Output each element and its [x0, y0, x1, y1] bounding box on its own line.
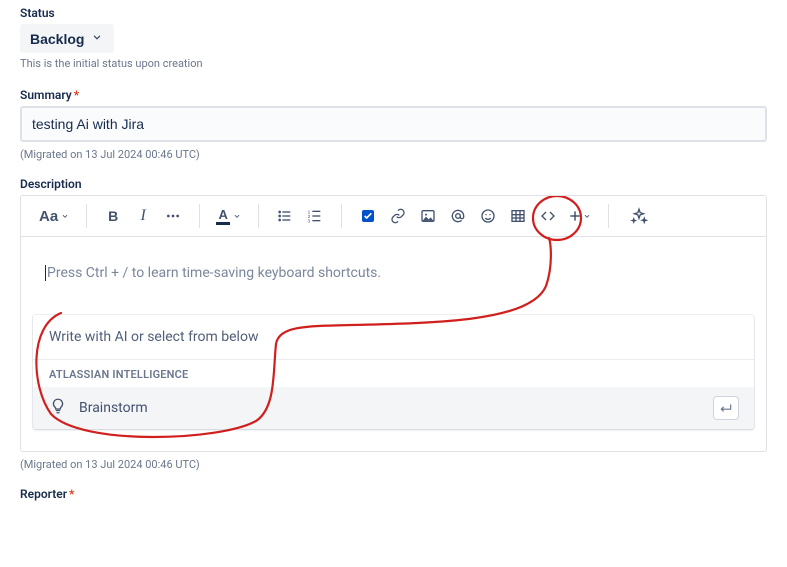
summary-migrated-note: (Migrated on 13 Jul 2024 00:46 UTC)	[20, 148, 767, 161]
more-format-button[interactable]	[159, 202, 187, 230]
image-button[interactable]	[414, 202, 442, 230]
reporter-label: Reporter*	[20, 487, 767, 501]
toolbar-divider	[341, 204, 342, 228]
mention-button[interactable]	[444, 202, 472, 230]
status-value: Backlog	[30, 31, 84, 47]
status-helper: This is the initial status upon creation	[20, 57, 767, 70]
status-dropdown[interactable]: Backlog	[20, 24, 114, 53]
enter-key-icon	[714, 397, 738, 419]
ai-prompt-input[interactable]: Write with AI or select from below	[33, 315, 754, 359]
code-button[interactable]	[534, 202, 562, 230]
chevron-down-icon	[90, 30, 104, 47]
toolbar-divider	[86, 204, 87, 228]
table-button[interactable]	[504, 202, 532, 230]
ai-section-label: ATLASSIAN INTELLIGENCE	[33, 359, 754, 387]
text-cursor	[45, 265, 46, 281]
text-color-button[interactable]: A	[212, 202, 246, 230]
ai-sparkle-button[interactable]	[625, 202, 653, 230]
description-editor: Aa B I A	[20, 195, 767, 452]
ai-option-brainstorm[interactable]: Brainstorm	[33, 387, 754, 429]
status-label: Status	[20, 6, 767, 20]
toolbar-divider	[608, 204, 609, 228]
link-button[interactable]	[384, 202, 412, 230]
bullet-list-button[interactable]	[271, 202, 299, 230]
required-marker: *	[74, 88, 79, 102]
summary-label: Summary*	[20, 88, 767, 102]
ai-panel: Write with AI or select from below ATLAS…	[33, 315, 754, 429]
required-marker: *	[69, 487, 74, 501]
numbered-list-button[interactable]: 123	[301, 202, 329, 230]
emoji-button[interactable]	[474, 202, 502, 230]
action-item-button[interactable]	[354, 202, 382, 230]
editor-placeholder: Press Ctrl + / to learn time-saving keyb…	[47, 265, 381, 281]
description-label: Description	[20, 177, 767, 191]
editor-toolbar: Aa B I A	[21, 196, 766, 237]
italic-button[interactable]: I	[129, 202, 157, 230]
editor-content-area[interactable]: Press Ctrl + / to learn time-saving keyb…	[21, 237, 766, 297]
svg-text:3: 3	[308, 219, 311, 224]
insert-more-button[interactable]	[564, 202, 596, 230]
bold-button[interactable]: B	[99, 202, 127, 230]
lightbulb-icon	[49, 397, 67, 419]
text-styles-button[interactable]: Aa	[35, 202, 74, 230]
ai-option-label: Brainstorm	[79, 400, 148, 416]
toolbar-divider	[258, 204, 259, 228]
description-migrated-note: (Migrated on 13 Jul 2024 00:46 UTC)	[20, 458, 767, 471]
toolbar-divider	[199, 204, 200, 228]
summary-input[interactable]	[20, 106, 767, 142]
